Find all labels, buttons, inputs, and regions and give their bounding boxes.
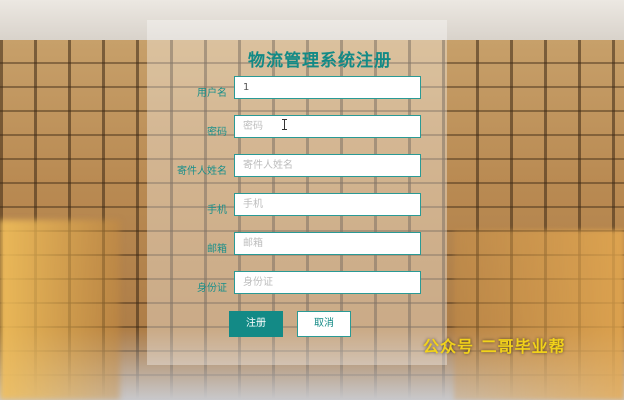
register-button[interactable]: 注册	[229, 311, 283, 337]
email-input[interactable]: 邮箱	[234, 232, 421, 255]
watermark-text: 公众号 二哥毕业帮	[423, 337, 566, 356]
text-cursor-icon	[282, 119, 288, 130]
password-input[interactable]: 密码	[234, 115, 421, 138]
id-card-label: 身份证	[197, 283, 227, 294]
username-input[interactable]: 1	[234, 76, 421, 99]
username-label: 用户名	[197, 88, 227, 99]
cancel-button[interactable]: 取消	[297, 311, 351, 337]
email-label: 邮箱	[207, 244, 227, 255]
phone-input[interactable]: 手机	[234, 193, 421, 216]
background-robot-right	[454, 230, 624, 400]
page-title: 物流管理系统注册	[248, 51, 392, 71]
id-card-input[interactable]: 身份证	[234, 271, 421, 294]
sender-name-label: 寄件人姓名	[177, 166, 227, 177]
password-label: 密码	[207, 127, 227, 138]
sender-name-input[interactable]: 寄件人姓名	[234, 154, 421, 177]
background-robot-left	[0, 220, 120, 400]
phone-label: 手机	[207, 205, 227, 216]
